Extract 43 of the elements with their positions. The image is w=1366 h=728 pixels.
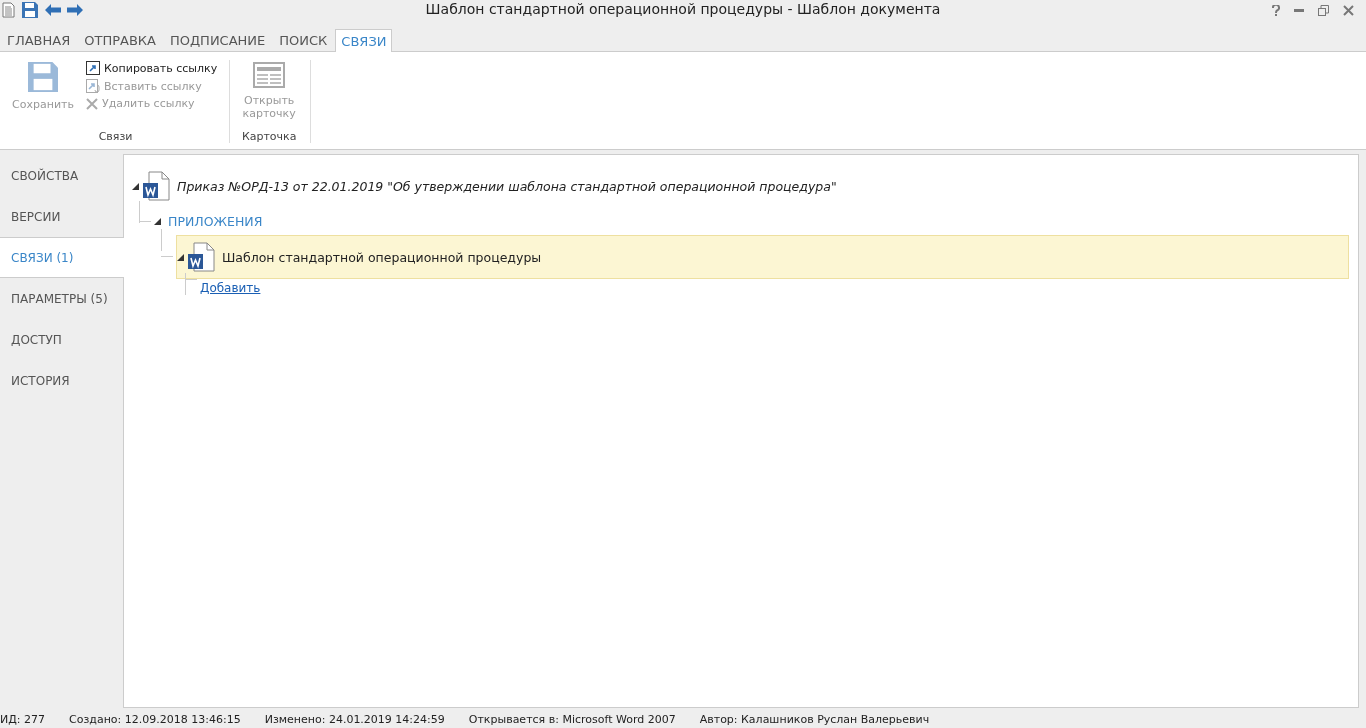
sidebar-item[interactable]: ВЕРСИИ [0, 196, 123, 237]
window-title: Шаблон стандартной операционной процедуры - Шаблон документа [425, 1, 941, 17]
ribbon-tab[interactable]: СВЯЗИ [335, 29, 393, 52]
ribbon-button[interactable]: Копировать ссылку [84, 60, 220, 76]
restore-icon[interactable] [1318, 4, 1329, 16]
word-document-icon [187, 242, 215, 272]
document-icon [2, 2, 15, 18]
ribbon-tab[interactable]: ОТПРАВКА [78, 28, 162, 51]
status-text: Автор: Калашников Руслан Валерьевич [699, 712, 930, 726]
sidebar-item[interactable]: ДОСТУП [0, 319, 123, 360]
status-text: Открывается в: Microsoft Word 2007 [468, 712, 676, 726]
forward-arrow-icon[interactable] [67, 4, 83, 16]
group-label: ПРИЛОЖЕНИЯ [168, 213, 263, 229]
ribbon-group-label: Карточка [241, 130, 297, 143]
status-text: ИД: 277 [0, 712, 46, 726]
expanded-triangle-icon[interactable] [154, 217, 161, 225]
document-title: Приказ №ОРД-13 от 22.01.2019 "Об утверждении шаблона стандартной операционной процедура" [177, 178, 837, 194]
word-document-icon [142, 171, 170, 201]
close-icon[interactable] [1343, 4, 1354, 16]
status-text: Создано: 12.09.2018 13:46:15 [69, 712, 241, 726]
ribbon-tab[interactable]: ГЛАВНАЯ [1, 28, 77, 51]
status-text: Изменено: 24.01.2019 14:24:59 [264, 712, 445, 726]
link-icon [86, 79, 100, 93]
back-arrow-icon[interactable] [45, 4, 61, 16]
card-icon [253, 62, 286, 88]
selected-tree-row[interactable]: Шаблон стандартной операционной процедуры [176, 235, 1349, 279]
sidebar-item[interactable]: СВЯЗИ (1) [0, 237, 124, 278]
ribbon-tab[interactable]: ПОИСК [273, 28, 334, 51]
tree-row[interactable]: Приказ №ОРД-13 от 22.01.2019 "Об утверждении шаблона стандартной операционной процедура" [132, 165, 1349, 207]
add-link[interactable]: Добавить [200, 281, 261, 295]
minimize-icon[interactable] [1294, 8, 1304, 12]
expanded-triangle-icon[interactable] [132, 182, 139, 190]
ribbon-tab[interactable]: ПОДПИСАНИЕ [163, 28, 272, 51]
sidebar-item[interactable]: ИСТОРИЯ [0, 360, 123, 401]
link-icon [86, 61, 100, 75]
save-button[interactable] [21, 1, 39, 19]
sidebar-item[interactable]: ПАРАМЕТРЫ (5) [0, 278, 123, 319]
document-title: Шаблон стандартной операционной процедуры [222, 249, 542, 265]
ribbon-group-label: Связи [98, 130, 133, 143]
delete-icon [86, 97, 98, 110]
sidebar-item[interactable]: СВОЙСТВА [0, 155, 123, 196]
expanded-triangle-icon[interactable] [177, 253, 184, 261]
help-icon[interactable] [1272, 4, 1280, 16]
